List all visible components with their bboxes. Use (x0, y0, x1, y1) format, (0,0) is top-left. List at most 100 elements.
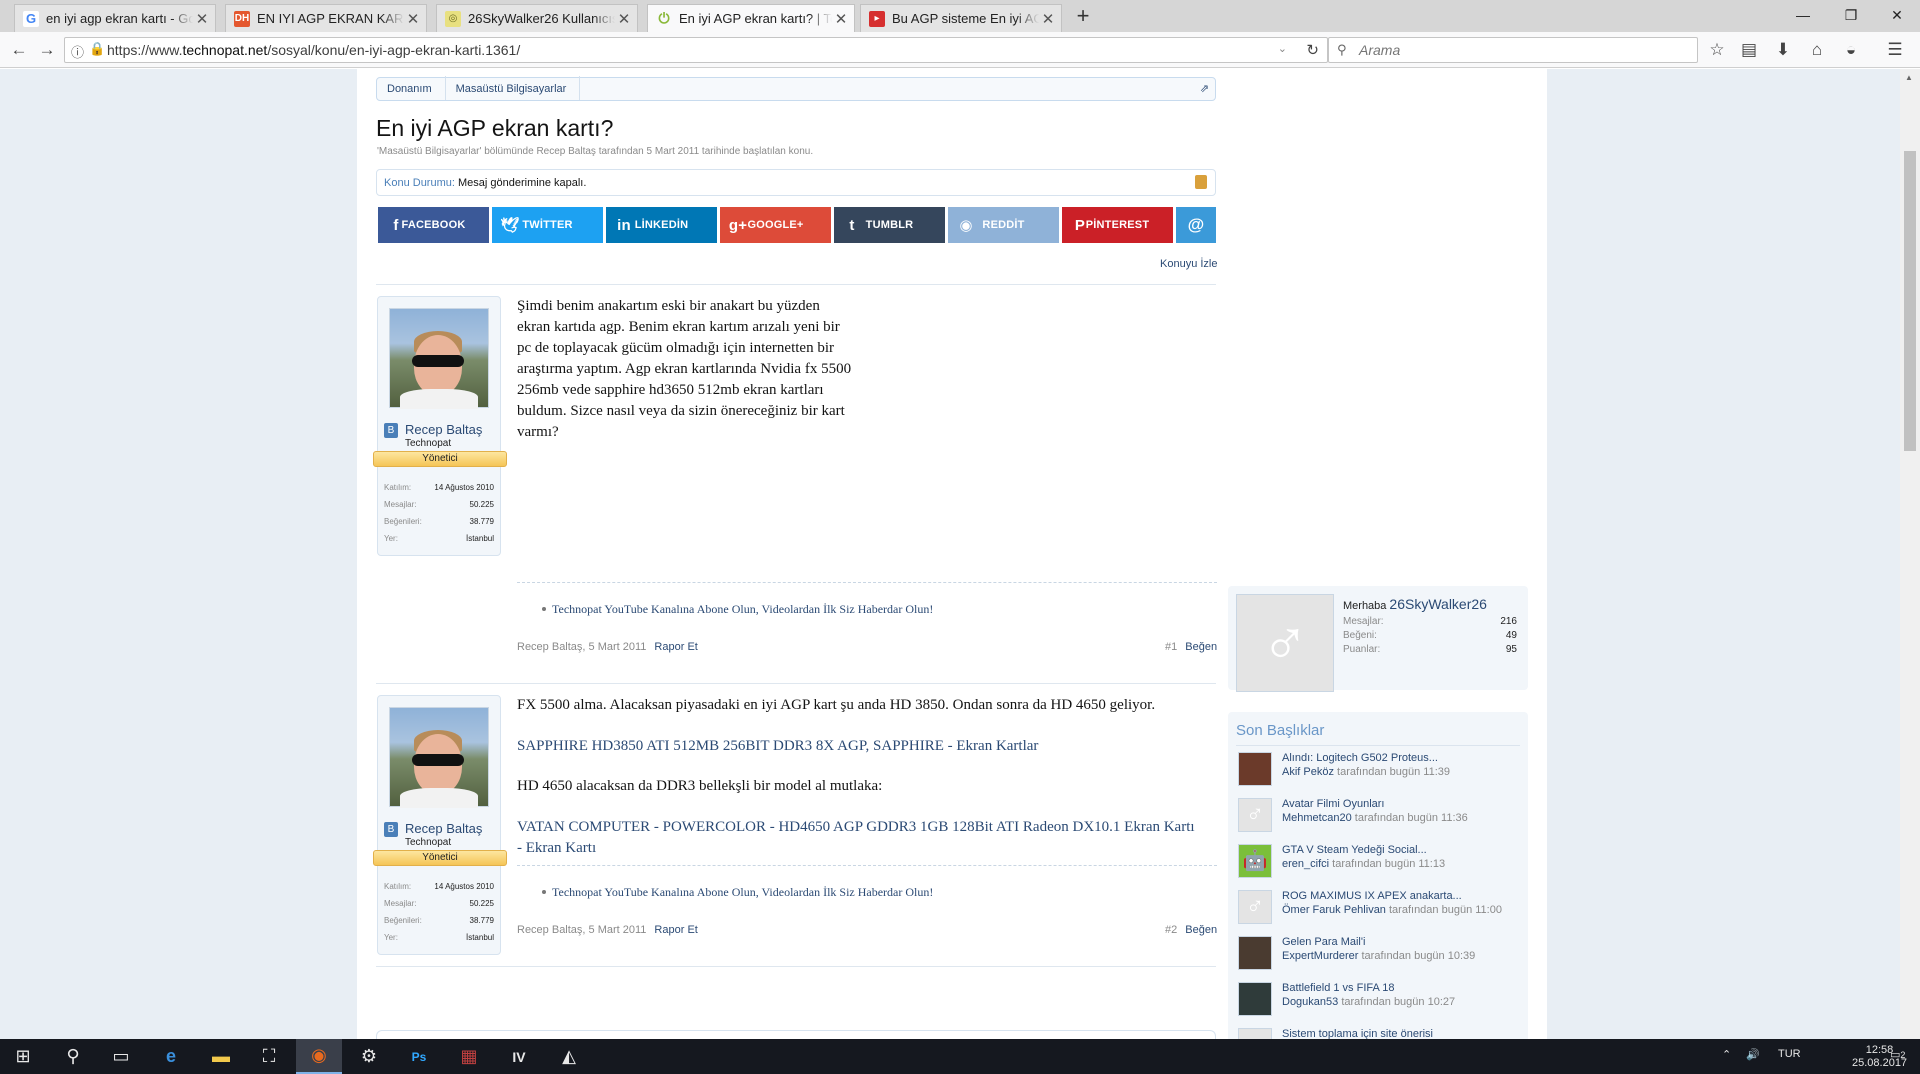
post-2-sapphire-link[interactable]: SAPPHIRE HD3850 ATI 512MB 256BIT DDR3 8X… (517, 736, 1038, 757)
watch-thread-link[interactable]: Konuyu İzle (1160, 258, 1217, 270)
post-2-signature-link[interactable]: Technopat YouTube Kanalına Abone Olun, V… (541, 885, 933, 900)
recent-thread-item[interactable]: ♂ Avatar Filmi Oyunları Mehmetcan20 tara… (1238, 798, 1523, 838)
recent-thread-item[interactable]: 🤖 GTA V Steam Yedeği Social... eren_cifc… (1238, 844, 1523, 884)
thread-title-link[interactable]: GTA V Steam Yedeği Social... (1282, 844, 1427, 856)
app-icon[interactable]: ◭ (546, 1039, 592, 1074)
windows-start-icon[interactable]: ⊞ (0, 1039, 46, 1074)
username-link[interactable]: Recep Baltaş (405, 422, 482, 437)
male-avatar-icon[interactable]: ♂ (1238, 890, 1272, 924)
download-icon[interactable]: ⬇ (1772, 39, 1794, 61)
steam-icon[interactable]: ⚙ (346, 1039, 392, 1074)
file-explorer-icon[interactable]: ▬ (198, 1039, 244, 1074)
search-icon[interactable]: ⚲ (50, 1039, 96, 1074)
post-number[interactable]: #1 (1165, 641, 1177, 653)
thread-author[interactable]: ExpertMurderer (1282, 950, 1358, 962)
male-avatar-icon[interactable]: ♂ (1236, 594, 1334, 692)
firefox-icon[interactable]: ◉ (296, 1039, 342, 1074)
edge-icon[interactable]: e (148, 1039, 194, 1074)
share-pinterest-button[interactable]: P PİNTEREST (1062, 207, 1173, 243)
close-tab-icon[interactable]: ✕ (193, 10, 211, 28)
scroll-up-icon[interactable]: ▲ (1905, 73, 1913, 82)
thread-title-link[interactable]: Battlefield 1 vs FIFA 18 (1282, 982, 1395, 994)
pocket-icon[interactable]: ◒ (1840, 39, 1862, 61)
thread-title-link[interactable]: ROG MAXIMUS IX APEX anakarta... (1282, 890, 1462, 902)
jump-icon[interactable]: ⇗ (1200, 82, 1209, 95)
post-2-vatan-link[interactable]: VATAN COMPUTER - POWERCOLOR - HD4650 AGP… (517, 817, 1195, 838)
avatar[interactable] (389, 308, 489, 409)
post-1-signature-link[interactable]: Technopat YouTube Kanalına Abone Olun, V… (541, 602, 933, 617)
visitor-name[interactable]: 26SkyWalker26 (1389, 596, 1487, 612)
tab-dh[interactable]: DH EN IYI AGP EKRAN KARTI HA ✕ (225, 4, 427, 32)
gta-icon[interactable]: IV (496, 1039, 542, 1074)
recent-thread-item[interactable]: Alındı: Logitech G502 Proteus... Akif Pe… (1238, 752, 1523, 792)
share-twitter-button[interactable]: 🕊 TWİTTER (492, 207, 603, 243)
post-author-date[interactable]: Recep Baltaş, 5 Mart 2011 (517, 924, 646, 936)
task-view-icon[interactable]: ▭ (98, 1039, 144, 1074)
store-icon[interactable]: ⛶ (246, 1039, 292, 1074)
scrollbar-thumb[interactable] (1904, 151, 1916, 451)
post-author-date[interactable]: Recep Baltaş, 5 Mart 2011 (517, 641, 646, 653)
post-2-vatan-link-cont[interactable]: - Ekran Kartı (517, 838, 596, 859)
thread-avatar[interactable] (1238, 752, 1272, 786)
recent-thread-item[interactable]: Gelen Para Mail'i ExpertMurderer tarafın… (1238, 936, 1523, 976)
username-link[interactable]: Recep Baltaş (405, 821, 482, 836)
close-window-button[interactable]: ✕ (1874, 0, 1920, 30)
close-tab-icon[interactable]: ✕ (615, 10, 633, 28)
breadcrumb-item[interactable]: Masaüstü Bilgisayarlar (446, 76, 581, 100)
report-link[interactable]: Rapor Et (654, 641, 697, 653)
thread-avatar[interactable] (1238, 936, 1272, 970)
info-icon[interactable]: ⓘ (71, 42, 84, 61)
language-indicator[interactable]: TUR (1778, 1048, 1801, 1060)
close-tab-icon[interactable]: ✕ (1039, 10, 1057, 28)
dropdown-icon[interactable]: ⌄ (1278, 42, 1287, 55)
thread-author[interactable]: Ömer Faruk Pehlivan (1282, 904, 1386, 916)
thread-avatar[interactable] (1238, 982, 1272, 1016)
thread-author[interactable]: eren_cifci (1282, 858, 1329, 870)
photoshop-icon[interactable]: Ps (396, 1039, 442, 1074)
close-tab-icon[interactable]: ✕ (832, 10, 850, 28)
thread-title-link[interactable]: Alındı: Logitech G502 Proteus... (1282, 752, 1438, 764)
bookmark-star-icon[interactable]: ☆ (1706, 39, 1728, 61)
minimize-button[interactable]: ― (1780, 0, 1826, 30)
close-tab-icon[interactable]: ✕ (404, 10, 422, 28)
breadcrumb-item[interactable]: Donanım (377, 76, 446, 100)
share-googleplus-button[interactable]: g+ GOOGLE+ (720, 207, 831, 243)
share-tumblr-button[interactable]: t TUMBLR (834, 207, 945, 243)
male-avatar-icon[interactable]: ♂ (1238, 798, 1272, 832)
share-linkedin-button[interactable]: in LİNKEDİN (606, 207, 717, 243)
new-tab-button[interactable]: + (1070, 4, 1096, 30)
thread-author[interactable]: Dogukan53 (1282, 996, 1338, 1008)
reload-icon[interactable]: ↻ (1306, 41, 1319, 59)
recent-thread-item[interactable]: Battlefield 1 vs FIFA 18 Dogukan53 taraf… (1238, 982, 1523, 1022)
thread-title-link[interactable]: Gelen Para Mail'i (1282, 936, 1365, 948)
home-icon[interactable]: ⌂ (1806, 39, 1828, 61)
thread-author[interactable]: Mehmetcan20 (1282, 812, 1352, 824)
search-input[interactable]: ⚲ Arama (1328, 37, 1698, 63)
like-link[interactable]: Beğen (1185, 641, 1217, 653)
scrollbar[interactable]: ▲ (1900, 69, 1920, 1039)
back-icon[interactable]: ← (8, 39, 30, 61)
forward-icon[interactable]: → (36, 39, 58, 61)
like-link[interactable]: Beğen (1185, 924, 1217, 936)
tab-current-thread[interactable]: ⏻ En iyi AGP ekran kartı? | Tech ✕ (647, 4, 855, 32)
library-icon[interactable]: ▤ (1738, 39, 1760, 61)
share-facebook-button[interactable]: f FACEBOOK (378, 207, 489, 243)
maximize-button[interactable]: ❐ (1828, 0, 1874, 30)
media-app-icon[interactable]: ▦ (446, 1039, 492, 1074)
thread-title-link[interactable]: Avatar Filmi Oyunları (1282, 798, 1385, 810)
post-number[interactable]: #2 (1165, 924, 1177, 936)
report-link[interactable]: Rapor Et (654, 924, 697, 936)
tab-google-search[interactable]: G en iyi agp ekran kartı - Goog ✕ (14, 4, 216, 32)
share-reddit-button[interactable]: ◉ REDDİT (948, 207, 1059, 243)
menu-icon[interactable]: ☰ (1884, 39, 1906, 61)
tab-user-profile[interactable]: ◎ 26SkyWalker26 Kullanıcısının ✕ (436, 4, 638, 32)
url-bar[interactable]: ⓘ 🔒 https://www.technopat.net/sosyal/kon… (64, 37, 1328, 63)
thread-author[interactable]: Akif Peköz (1282, 766, 1334, 778)
notifications-icon[interactable]: ▭2 (1890, 1048, 1905, 1061)
android-icon[interactable]: 🤖 (1238, 844, 1272, 878)
recent-thread-item[interactable]: ♂ ROG MAXIMUS IX APEX anakarta... Ömer F… (1238, 890, 1523, 930)
volume-icon[interactable]: 🔊 (1746, 1048, 1760, 1061)
tab-agp-system[interactable]: ▸ Bu AGP sisteme En iyi AGP e ✕ (860, 4, 1062, 32)
avatar[interactable] (389, 707, 489, 808)
tray-expand-icon[interactable]: ⌃ (1722, 1048, 1731, 1061)
